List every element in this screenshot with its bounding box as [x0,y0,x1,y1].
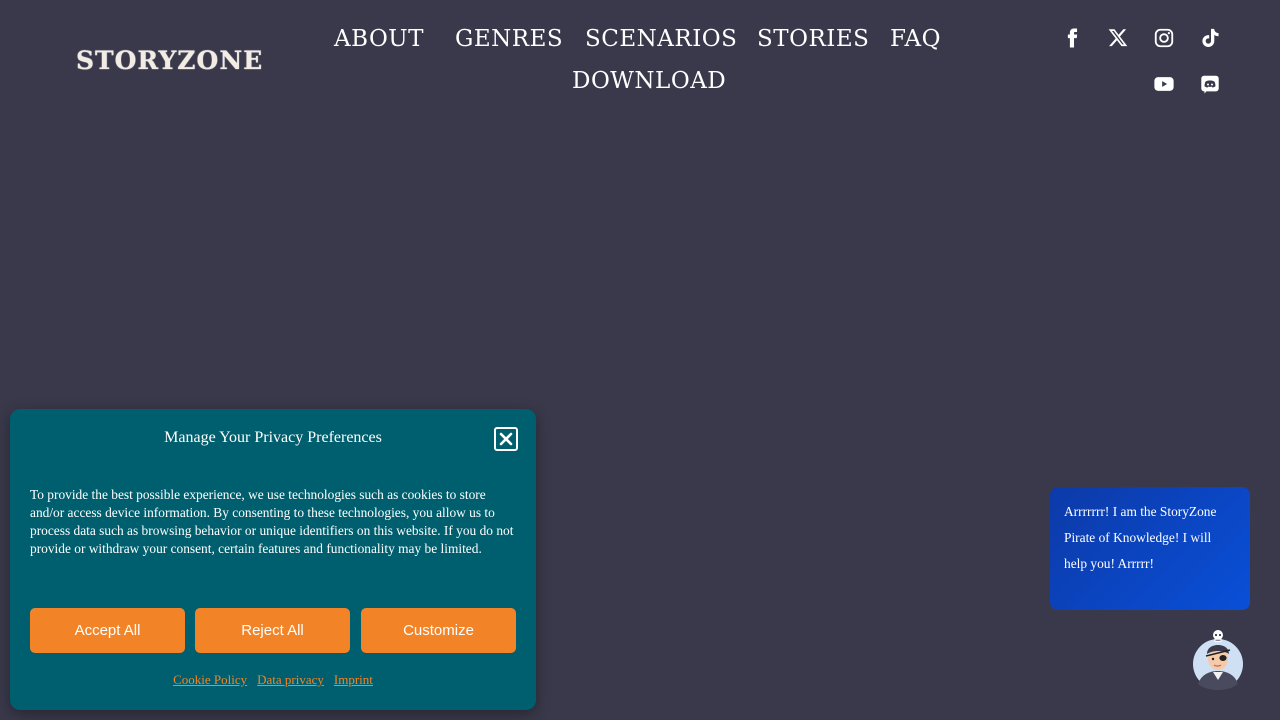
facebook-icon[interactable] [1058,24,1086,52]
close-icon [499,432,513,446]
x-icon[interactable] [1104,24,1132,52]
data-privacy-link[interactable]: Data privacy [257,672,324,688]
site-logo[interactable]: STORYZONE [76,46,263,75]
accept-all-button[interactable]: Accept All [30,608,185,653]
privacy-links: Cookie Policy Data privacy Imprint [10,672,536,688]
nav-genres[interactable]: GENRES [455,26,563,52]
customize-button[interactable]: Customize [361,608,516,653]
nav-download[interactable]: DOWNLOAD [572,68,726,94]
instagram-icon[interactable] [1150,24,1178,52]
chat-message: Arrrrrrr! I am the StoryZone Pirate of K… [1064,504,1217,571]
nav-about[interactable]: ABOUT [334,26,424,52]
discord-icon[interactable] [1196,70,1224,98]
tiktok-icon[interactable] [1196,24,1224,52]
pirate-avatar-icon [1193,630,1243,690]
nav-stories[interactable]: STORIES [757,26,869,52]
chat-avatar[interactable] [1188,626,1248,690]
chat-bubble[interactable]: Arrrrrrr! I am the StoryZone Pirate of K… [1050,487,1250,610]
imprint-link[interactable]: Imprint [334,672,373,688]
nav-faq[interactable]: FAQ [890,26,941,52]
privacy-modal: Manage Your Privacy Preferences To provi… [10,409,536,710]
reject-all-button[interactable]: Reject All [195,608,350,653]
privacy-description: To provide the best possible experience,… [30,487,514,556]
close-button[interactable] [494,427,518,451]
youtube-icon[interactable] [1150,70,1178,98]
nav-scenarios[interactable]: SCENARIOS [585,26,737,52]
privacy-title: Manage Your Privacy Preferences [164,429,382,446]
cookie-policy-link[interactable]: Cookie Policy [173,672,247,688]
